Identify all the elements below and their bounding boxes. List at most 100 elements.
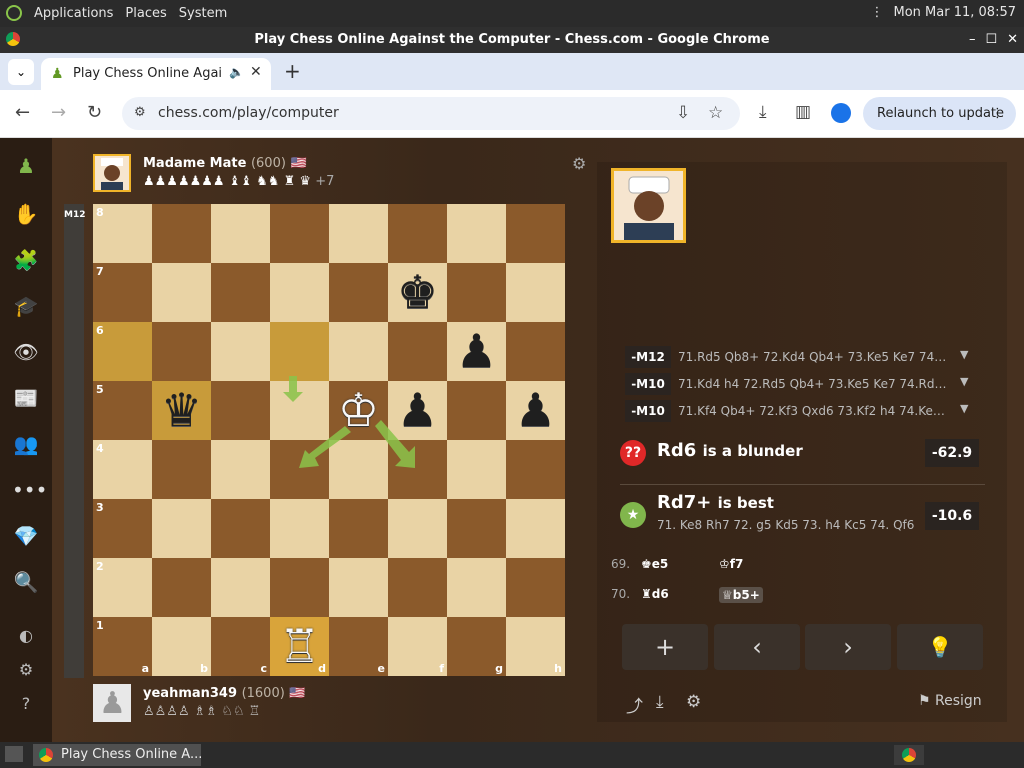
audio-icon[interactable]: 🔈 xyxy=(229,65,244,79)
taskbar-chrome-window[interactable]: Play Chess Online A... xyxy=(33,744,201,766)
add-button[interactable]: + xyxy=(622,624,708,670)
square-d7[interactable] xyxy=(270,263,329,322)
piece-white-e5[interactable]: ♔ xyxy=(329,381,388,440)
diamond-icon[interactable]: 💎 xyxy=(12,522,40,550)
square-f3[interactable] xyxy=(388,499,447,558)
square-a2[interactable]: 2 xyxy=(93,558,152,617)
engine-line-2[interactable]: -M10 71.Kd4 h4 72.Rd5 Qb4+ 73.Ke5 Ke7 74… xyxy=(625,373,985,395)
downloads-icon[interactable]: ⤓ xyxy=(759,102,767,122)
square-a3[interactable]: 3 xyxy=(93,499,152,558)
os-logo-icon[interactable] xyxy=(6,5,22,21)
square-h1[interactable]: h xyxy=(506,617,565,676)
watch-binoculars-icon[interactable]: 👁 xyxy=(12,338,40,366)
square-b3[interactable] xyxy=(152,499,211,558)
maximize-button[interactable]: ☐ xyxy=(985,27,997,53)
square-d8[interactable] xyxy=(270,204,329,263)
square-a8[interactable]: 8 xyxy=(93,204,152,263)
square-b6[interactable] xyxy=(152,322,211,381)
close-window-button[interactable]: ✕ xyxy=(1007,27,1018,53)
clock[interactable]: Mon Mar 11, 08:57 xyxy=(894,5,1016,20)
square-c5[interactable] xyxy=(211,381,270,440)
square-g4[interactable] xyxy=(447,440,506,499)
square-c1[interactable]: c xyxy=(211,617,270,676)
new-tab-button[interactable]: + xyxy=(284,59,301,83)
square-e7[interactable] xyxy=(329,263,388,322)
chevron-down-icon[interactable]: ▼ xyxy=(960,402,968,415)
chess-logo-icon[interactable]: ♟ xyxy=(12,152,40,180)
square-d4[interactable] xyxy=(270,440,329,499)
opponent-avatar[interactable] xyxy=(93,154,131,192)
square-b8[interactable] xyxy=(152,204,211,263)
board-settings-icon[interactable]: ⚙ xyxy=(572,154,586,173)
square-f2[interactable] xyxy=(388,558,447,617)
square-a1[interactable]: 1a xyxy=(93,617,152,676)
move-white[interactable]: ♜d6 xyxy=(641,587,669,601)
square-h6[interactable] xyxy=(506,322,565,381)
side-panel-icon[interactable]: ▥ xyxy=(795,102,811,122)
coach-avatar[interactable] xyxy=(611,168,686,243)
profile-avatar-icon[interactable] xyxy=(831,103,851,123)
square-c8[interactable] xyxy=(211,204,270,263)
square-g5[interactable] xyxy=(447,381,506,440)
minimize-button[interactable]: – xyxy=(969,27,976,53)
piece-black-b5[interactable]: ♛ xyxy=(152,381,211,440)
hint-lightbulb-button[interactable]: 💡 xyxy=(897,624,983,670)
square-f7[interactable]: ♚ xyxy=(388,263,447,322)
learn-cap-icon[interactable]: 🎓 xyxy=(12,292,40,320)
square-g3[interactable] xyxy=(447,499,506,558)
square-h2[interactable] xyxy=(506,558,565,617)
square-c4[interactable] xyxy=(211,440,270,499)
theme-toggle-icon[interactable]: ◐ xyxy=(12,622,40,650)
square-f8[interactable] xyxy=(388,204,447,263)
square-h3[interactable] xyxy=(506,499,565,558)
help-icon[interactable]: ? xyxy=(12,690,40,718)
previous-move-button[interactable]: ‹ xyxy=(714,624,800,670)
move-white[interactable]: ♚e5 xyxy=(641,557,668,571)
square-d1[interactable]: d ♖ xyxy=(270,617,329,676)
news-icon[interactable]: 📰 xyxy=(12,384,40,412)
next-move-button[interactable]: › xyxy=(805,624,891,670)
menu-system[interactable]: System xyxy=(179,6,227,21)
social-icon[interactable]: 👥 xyxy=(12,430,40,458)
square-f4[interactable] xyxy=(388,440,447,499)
forward-arrow-icon[interactable]: → xyxy=(51,102,66,123)
address-bar[interactable]: ⚙ chess.com/play/computer ⇩ ☆ xyxy=(122,97,740,130)
square-g6[interactable]: ♟ xyxy=(447,322,506,381)
square-d2[interactable] xyxy=(270,558,329,617)
chevron-down-icon[interactable]: ▼ xyxy=(960,375,968,388)
settings-icon[interactable]: ⚙ xyxy=(686,692,701,712)
puzzles-icon[interactable]: 🧩 xyxy=(12,246,40,274)
square-f5[interactable]: ♟ xyxy=(388,381,447,440)
url-text[interactable]: chess.com/play/computer xyxy=(158,105,339,121)
square-h8[interactable] xyxy=(506,204,565,263)
engine-line-1[interactable]: -M12 71.Rd5 Qb8+ 72.Kd4 Qb4+ 73.Ke5 Ke7 … xyxy=(625,346,985,368)
engine-line-3[interactable]: -M10 71.Kf4 Qb4+ 72.Kf3 Qxd6 73.Kf2 h4 7… xyxy=(625,400,985,422)
search-icon[interactable]: 🔍 xyxy=(12,568,40,596)
square-b1[interactable]: b xyxy=(152,617,211,676)
install-app-icon[interactable]: ⇩ xyxy=(676,103,690,123)
square-b5[interactable]: ♛ xyxy=(152,381,211,440)
bookmark-star-icon[interactable]: ☆ xyxy=(708,103,723,123)
square-a6[interactable]: 6 xyxy=(93,322,152,381)
square-a4[interactable]: 4 xyxy=(93,440,152,499)
player-avatar[interactable]: ♟ xyxy=(93,684,131,722)
opponent-name[interactable]: Madame Mate xyxy=(143,156,246,171)
square-e8[interactable] xyxy=(329,204,388,263)
square-c3[interactable] xyxy=(211,499,270,558)
square-b7[interactable] xyxy=(152,263,211,322)
square-e4[interactable] xyxy=(329,440,388,499)
square-h5[interactable]: ♟ xyxy=(506,381,565,440)
square-c6[interactable] xyxy=(211,322,270,381)
square-d3[interactable] xyxy=(270,499,329,558)
square-h7[interactable] xyxy=(506,263,565,322)
square-a7[interactable]: 7 xyxy=(93,263,152,322)
square-f6[interactable] xyxy=(388,322,447,381)
chevron-down-icon[interactable]: ▼ xyxy=(960,348,968,361)
download-icon[interactable]: ⤓ xyxy=(656,692,664,712)
square-d6[interactable] xyxy=(270,322,329,381)
piece-black-h5[interactable]: ♟ xyxy=(506,381,565,440)
reload-icon[interactable]: ↻ xyxy=(87,102,102,123)
square-f1[interactable]: f xyxy=(388,617,447,676)
resign-button[interactable]: ⚑ Resign xyxy=(918,693,982,709)
square-g1[interactable]: g xyxy=(447,617,506,676)
